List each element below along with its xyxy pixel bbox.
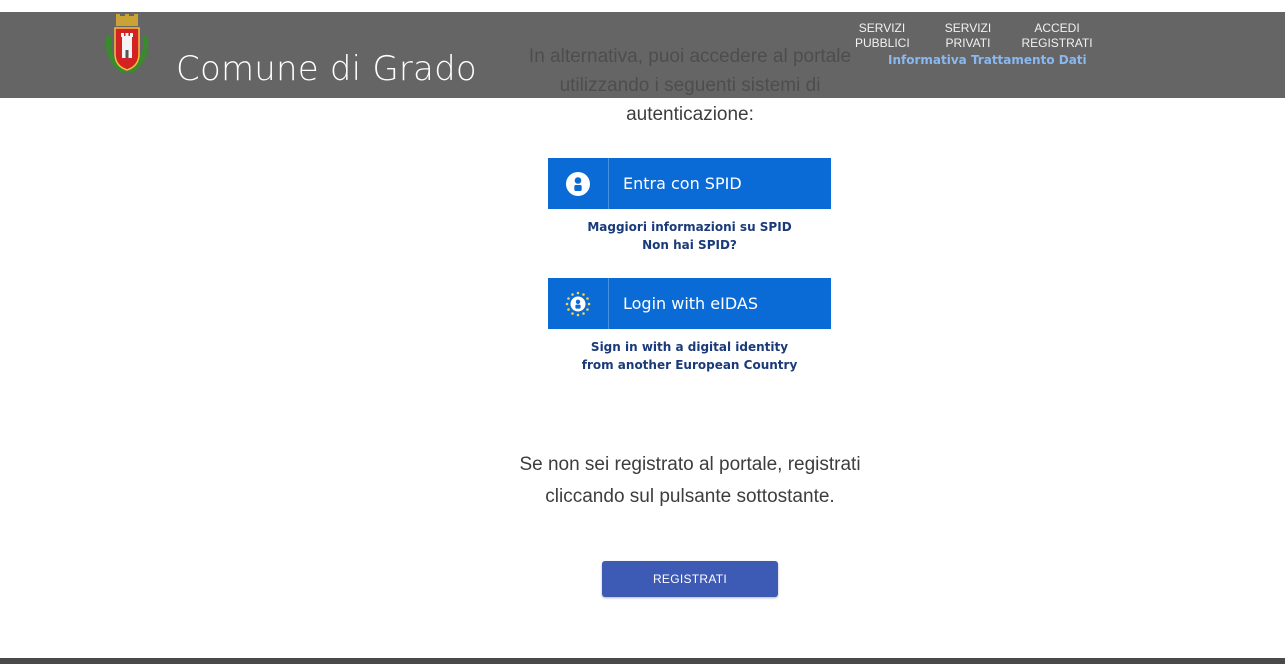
- site-title[interactable]: Comune di Grado: [176, 49, 477, 89]
- nav-label-line1: SERVIZI: [858, 21, 906, 35]
- register-info-text: Se non sei registrato al portale, regist…: [519, 454, 861, 507]
- eidas-login-label: Login with eIDAS: [623, 294, 758, 313]
- main-nav: SERVIZI PUBBLICI SERVIZI PRIVATI ACCEDI …: [855, 21, 1097, 51]
- eidas-links: Sign in with a digital identity from ano…: [548, 338, 831, 374]
- register-button[interactable]: REGISTRATI: [602, 561, 778, 597]
- eu-user-icon: [548, 278, 609, 329]
- site-header: Comune di Grado SERVIZI PUBBLICI SERVIZI…: [0, 12, 1285, 98]
- no-spid-link[interactable]: Non hai SPID?: [548, 236, 831, 254]
- footer-bar: [0, 658, 1285, 664]
- eidas-login-button[interactable]: Login with eIDAS: [548, 278, 831, 329]
- nav-label-line2: PUBBLICI: [855, 36, 910, 50]
- nav-servizi-pubblici[interactable]: SERVIZI PUBBLICI: [855, 21, 910, 51]
- nav-label-line1: SERVIZI: [944, 21, 992, 35]
- eidas-info-line2[interactable]: from another European Country: [548, 356, 831, 374]
- spid-login-label: Entra con SPID: [623, 174, 742, 193]
- page: In alternativa, puoi accedere al portale…: [0, 0, 1285, 664]
- privacy-policy-link[interactable]: Informativa Trattamento Dati: [888, 53, 1087, 67]
- nav-label-line1: ACCEDI: [1034, 21, 1080, 35]
- nav-label-line2: PRIVATI: [945, 36, 991, 50]
- nav-servizi-privati[interactable]: SERVIZI PRIVATI: [939, 21, 997, 51]
- nav-accedi-registrati[interactable]: ACCEDI REGISTRATI: [1017, 21, 1097, 51]
- spid-links: Maggiori informazioni su SPID Non hai SP…: [548, 218, 831, 254]
- user-icon: [548, 158, 609, 209]
- spid-login-button[interactable]: Entra con SPID: [548, 158, 831, 209]
- coat-of-arms-icon[interactable]: [103, 14, 151, 80]
- eidas-info-line1[interactable]: Sign in with a digital identity: [548, 338, 831, 356]
- nav-label-line2: REGISTRATI: [1021, 36, 1093, 50]
- spid-info-link[interactable]: Maggiori informazioni su SPID: [548, 218, 831, 236]
